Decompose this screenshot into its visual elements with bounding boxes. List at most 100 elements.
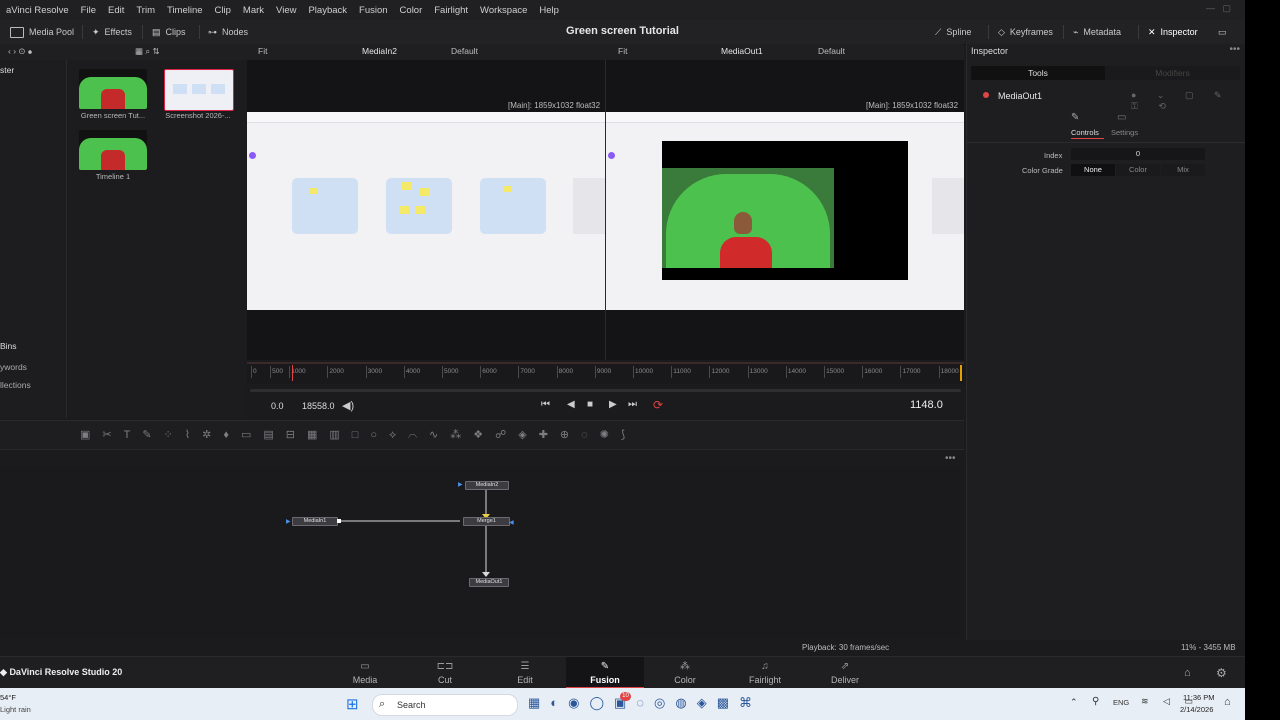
node-mediain1[interactable]: MediaIn1	[292, 517, 338, 526]
tab-modifiers[interactable]: Modifiers	[1105, 66, 1240, 80]
page-fairlight[interactable]: ♫ Fairlight	[726, 657, 804, 689]
left-fit-dropdown[interactable]: Fit	[258, 46, 267, 56]
menu-clip[interactable]: Clip	[209, 5, 237, 16]
menu-app[interactable]: aVinci Resolve	[0, 5, 75, 16]
ruler-tick	[633, 366, 635, 378]
clip-thumbnail-screenshot[interactable]	[164, 69, 234, 111]
clock-date[interactable]: 2/14/2026	[1180, 705, 1213, 714]
current-frame-field[interactable]: 1148.0	[910, 399, 943, 411]
right-viewer-frame[interactable]	[606, 112, 964, 310]
render-end-field[interactable]: 18558.0	[302, 401, 335, 411]
menu-fusion[interactable]: Fusion	[353, 5, 394, 16]
right-fit-dropdown[interactable]: Fit	[618, 46, 627, 56]
input-port[interactable]: ◀	[509, 519, 514, 526]
menu-playback[interactable]: Playback	[302, 5, 353, 16]
page-label: Cut	[437, 675, 452, 685]
node-merge1[interactable]: Merge1	[463, 517, 510, 526]
node-header-icons[interactable]: ● ⌄ ▢ ✎ ⚿ ⟲	[1131, 90, 1246, 112]
page-fusion[interactable]: ✎ Fusion	[566, 657, 644, 689]
node-editor[interactable]: MediaIn2 MediaIn1 Merge1 MediaOut1 ◀ ▶ ▶	[0, 466, 964, 638]
input-port[interactable]: ▶	[458, 481, 463, 488]
nav-arrows-icon[interactable]: ‹ › ⊙ ⦁	[8, 46, 32, 57]
color-grade-mix[interactable]: Mix	[1161, 164, 1205, 176]
play-icon[interactable]: ▶	[609, 399, 617, 410]
menu-help[interactable]: Help	[533, 5, 565, 16]
fusion-tools-icons[interactable]: ▣✂T✎⁘⌇✲♦▭▤⊟▦▥□○⟡⌒∿⁂❖☍◈✚⊕◌✺⟆	[80, 428, 637, 442]
weather-temp[interactable]: 54°F	[0, 693, 16, 702]
page-deliver[interactable]: ⇗ Deliver	[806, 657, 884, 689]
menu-mark[interactable]: Mark	[237, 5, 270, 16]
stop-icon[interactable]: ■	[587, 399, 593, 410]
location-icon[interactable]: ⚲	[1092, 696, 1099, 707]
ruler-tick	[556, 366, 558, 378]
page-color[interactable]: ⁂ Color	[646, 657, 724, 689]
clip-thumbnail-green-screen[interactable]	[79, 69, 147, 109]
fusion-toolbar: ▣✂T✎⁘⌇✲♦▭▤⊟▦▥□○⟡⌒∿⁂❖☍◈✚⊕◌✺⟆	[0, 420, 964, 450]
timeline-thumbnail[interactable]	[79, 130, 147, 170]
node-mediaout1[interactable]: MediaOut1	[469, 578, 509, 587]
window-controls[interactable]: — ▢	[1206, 3, 1231, 14]
go-to-start-icon[interactable]: ⏮	[541, 399, 550, 410]
go-to-end-icon[interactable]: ⏭	[628, 399, 637, 410]
menu-view[interactable]: View	[270, 5, 302, 16]
left-lut-dropdown[interactable]: Default	[451, 46, 478, 56]
loop-icon[interactable]: ⟳	[653, 398, 663, 412]
menu-bar: aVinci Resolve File Edit Trim Timeline C…	[0, 0, 1245, 20]
play-reverse-icon[interactable]: ◀	[567, 399, 575, 410]
right-lut-dropdown[interactable]: Default	[818, 46, 845, 56]
color-page-icon: ⁂	[680, 661, 690, 672]
more-options-icon[interactable]: •••	[945, 453, 956, 464]
page-media[interactable]: ▭ Media	[326, 657, 404, 689]
node-mediain2[interactable]: MediaIn2	[465, 481, 509, 490]
notifications-icon[interactable]: ⌂	[1224, 696, 1231, 708]
menu-workspace[interactable]: Workspace	[474, 5, 533, 16]
taskbar-search[interactable]: ⌕ Search	[372, 694, 518, 716]
page-cut[interactable]: ⊏⊐ Cut	[406, 657, 484, 689]
speaker-icon[interactable]: ◀)	[342, 399, 354, 412]
ruler-tick-label: 1000	[291, 368, 306, 375]
collections-bin[interactable]: llections	[0, 380, 31, 390]
time-slider-track[interactable]	[250, 389, 961, 392]
page-edit[interactable]: ☰ Edit	[486, 657, 564, 689]
index-field[interactable]: 0	[1071, 148, 1205, 160]
status-bar: Playback: 30 frames/sec 11% - 3455 MB	[0, 640, 1245, 656]
input-port[interactable]: ▶	[286, 518, 291, 525]
render-end-marker[interactable]	[960, 365, 962, 381]
tray-chevron-icon[interactable]: ⌃	[1070, 697, 1078, 708]
ruler-tick	[480, 366, 482, 378]
left-viewer-frame[interactable]	[247, 112, 605, 310]
grid-view-icon[interactable]: ▦ ⌕ ⇅	[135, 46, 160, 57]
menu-edit[interactable]: Edit	[102, 5, 130, 16]
master-bin[interactable]: ster	[0, 65, 14, 75]
menu-trim[interactable]: Trim	[130, 5, 161, 16]
output-port[interactable]	[337, 519, 341, 523]
menu-timeline[interactable]: Timeline	[161, 5, 209, 16]
subtab-settings[interactable]: Settings	[1111, 128, 1138, 137]
render-start-field[interactable]: 0.0	[271, 401, 284, 411]
time-ruler[interactable]: 0 500 1000 2000 3000 4000 5000 6000 7000 8000 9000…	[247, 362, 964, 384]
menu-file[interactable]: File	[75, 5, 102, 16]
menu-fairlight[interactable]: Fairlight	[428, 5, 474, 16]
tab-tools[interactable]: Tools	[971, 66, 1105, 80]
playhead[interactable]	[292, 365, 293, 381]
windows-taskbar: 54°F Light rain ⊞ ⌕ Search ▦◐◉◯▣◌◎◍◈▩⌘ 1…	[0, 688, 1245, 720]
color-grade-color[interactable]: Color	[1116, 164, 1160, 176]
menu-color[interactable]: Color	[394, 5, 429, 16]
subtab-controls[interactable]: Controls	[1071, 128, 1099, 137]
input-language[interactable]: ENG	[1113, 698, 1129, 707]
home-icon[interactable]: ⌂	[1184, 667, 1191, 679]
ruler-tick-label: 4000	[405, 368, 421, 375]
ruler-tick-label: 9000	[596, 368, 612, 375]
clock-time[interactable]: 11:36 PM	[1183, 693, 1215, 702]
right-viewer-name: MediaOut1	[721, 46, 763, 56]
ruler-tick-label: 10000	[635, 368, 654, 375]
color-grade-none[interactable]: None	[1071, 164, 1115, 176]
ruler-tick	[251, 366, 252, 378]
smart-bins[interactable]: Bins	[0, 341, 17, 351]
gear-icon[interactable]: ⚙	[1216, 666, 1227, 680]
more-options-icon[interactable]: •••	[1229, 44, 1240, 55]
keywords-bin[interactable]: ywords	[0, 362, 27, 372]
pinned-apps-icons[interactable]: ▦◐◉◯▣◌◎◍◈▩⌘	[528, 695, 762, 711]
inspector-node-name: MediaOut1	[998, 91, 1043, 101]
windows-start-icon[interactable]: ⊞	[346, 695, 359, 713]
